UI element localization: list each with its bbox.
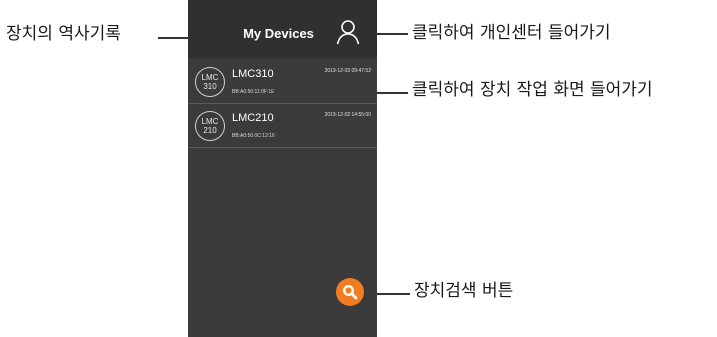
device-mac: BB:A0:50:11:0F:1E <box>232 89 275 95</box>
search-button[interactable] <box>336 278 364 306</box>
annotation-device-screen: 클릭하여 장치 작업 화면 들어가기 <box>412 80 653 100</box>
device-badge-model: LMC <box>201 117 219 126</box>
annotation-history: 장치의 역사기록 <box>6 24 121 44</box>
device-timestamp: 2019-12-03 09:47:52 <box>324 68 371 74</box>
app-header: My Devices <box>188 0 377 58</box>
device-badge-number: 210 <box>203 126 217 135</box>
device-badge-icon: LMC 210 <box>195 111 225 141</box>
device-timestamp: 2019-12-02 14:55:00 <box>324 112 371 118</box>
phone-screen: My Devices LMC 310 LMC310 2019-12-03 09:… <box>188 0 377 337</box>
device-name: LMC210 <box>232 112 274 124</box>
annotation-search-button: 장치검색 버튼 <box>414 281 514 301</box>
device-badge-model: LMC <box>201 73 219 82</box>
device-badge-number: 310 <box>203 82 217 91</box>
device-row[interactable]: LMC 310 LMC310 2019-12-03 09:47:52 BB:A0… <box>188 60 377 104</box>
user-icon[interactable] <box>336 19 360 45</box>
device-row[interactable]: LMC 210 LMC210 2019-12-02 14:55:00 BB:A0… <box>188 104 377 148</box>
search-icon <box>342 284 358 300</box>
device-name: LMC310 <box>232 68 274 80</box>
device-mac: BB:A0:50:0C:12:16 <box>232 133 275 139</box>
annotation-personal-center: 클릭하여 개인센터 들어가기 <box>412 23 611 43</box>
device-badge-icon: LMC 310 <box>195 67 225 97</box>
